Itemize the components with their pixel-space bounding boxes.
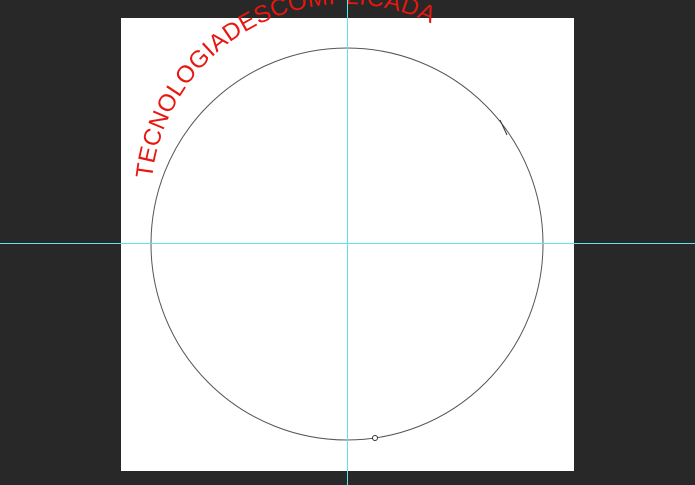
path-anchor-icon[interactable] — [372, 435, 378, 441]
i-beam-cursor-icon — [499, 119, 508, 136]
vertical-guide[interactable] — [347, 0, 348, 485]
text-on-path[interactable]: TECNOLOGIADESCOMPLICADA — [131, 0, 440, 180]
arc-text-content: TECNOLOGIADESCOMPLICADA — [131, 0, 440, 180]
editor-workspace: TECNOLOGIADESCOMPLICADA — [0, 0, 695, 485]
